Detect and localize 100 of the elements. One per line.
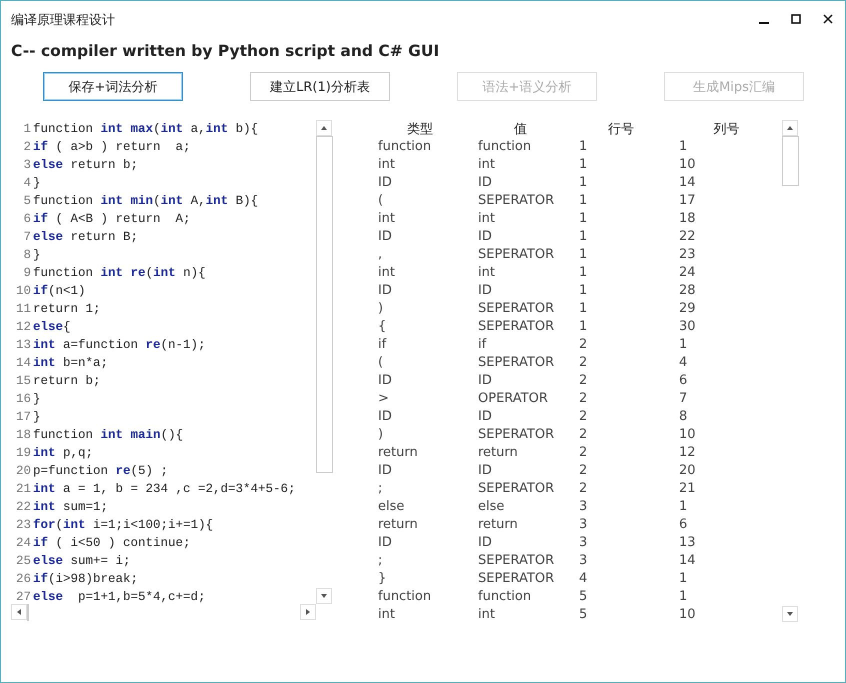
table-cell-text: ID	[377, 228, 393, 246]
table-cell-text: 14	[678, 552, 697, 570]
code-line: else return B;	[33, 229, 138, 246]
table-cell-text: 2	[578, 408, 588, 426]
table-cell-text: 2	[578, 354, 588, 372]
code-line: }	[33, 409, 41, 426]
table-cell-text: SEPERATOR	[477, 192, 556, 210]
line-number: 23	[14, 517, 31, 534]
code-line: p=function re(5) ;	[33, 463, 168, 480]
column-header: 行号	[607, 121, 635, 139]
table-cell-text: ;	[377, 480, 384, 498]
table-cell-text: 1	[578, 246, 588, 264]
code-line: else{	[33, 319, 71, 336]
action-button[interactable]: 保存+词法分析	[43, 72, 183, 101]
table-cell-text: 6	[678, 516, 688, 534]
line-number: 18	[14, 427, 31, 444]
table-cell-text: function	[377, 588, 432, 606]
scroll-right-button[interactable]	[300, 604, 316, 620]
table-cell-text: 6	[678, 372, 688, 390]
table-cell-text: 3	[578, 498, 588, 516]
table-cell-text: 1	[578, 138, 588, 156]
table-cell-text: int	[377, 606, 396, 622]
code-line: if(n<1)	[33, 283, 86, 300]
table-cell-text: 2	[578, 426, 588, 444]
table-cell-text: 2	[578, 480, 588, 498]
table-cell-text: SEPERATOR	[477, 354, 556, 372]
table-cell-text: function	[477, 588, 532, 606]
table-cell-text: function	[477, 138, 532, 156]
line-number: 19	[14, 445, 31, 462]
table-cell-text: int	[477, 264, 496, 282]
line-number: 7	[22, 229, 31, 246]
table-cell-text: ID	[477, 372, 493, 390]
table-cell-text: ID	[377, 174, 393, 192]
scroll-down-button[interactable]	[782, 606, 798, 622]
table-cell-text: else	[477, 498, 506, 516]
line-number: 8	[22, 247, 31, 264]
table-cell-text: 3	[578, 552, 588, 570]
table-cell-text: SEPERATOR	[477, 570, 556, 588]
table-cell-text: OPERATOR	[477, 390, 549, 408]
table-cell-text: 2	[578, 462, 588, 480]
line-number: 5	[22, 193, 31, 210]
line-number: 27	[14, 589, 31, 604]
line-number: 26	[14, 571, 31, 588]
line-number: 16	[14, 391, 31, 408]
table-cell-text: 2	[578, 372, 588, 390]
table-cell-text: ,	[377, 246, 384, 264]
line-number: 12	[14, 319, 31, 336]
table-cell-text: SEPERATOR	[477, 246, 556, 264]
table-cell-text: 18	[678, 210, 697, 228]
code-line: int p,q;	[33, 445, 94, 462]
code-line: int b=n*a;	[33, 355, 108, 372]
table-cell-text: 2	[578, 336, 588, 354]
table-cell-text: if	[477, 336, 488, 354]
table-cell-text: ID	[477, 282, 493, 300]
action-button[interactable]: 建立LR(1)分析表	[250, 72, 390, 101]
line-number: 6	[22, 211, 31, 228]
table-cell-text: 3	[578, 534, 588, 552]
line-number: 10	[14, 283, 31, 300]
table-cell-text: 1	[578, 300, 588, 318]
table-cell-text: )	[377, 300, 384, 318]
code-line: }	[33, 391, 41, 408]
table-cell-text: 28	[678, 282, 697, 300]
table-cell-text: SEPERATOR	[477, 426, 556, 444]
table-cell-text: int	[477, 210, 496, 228]
table-cell-text: ID	[377, 534, 393, 552]
table-cell-text: 7	[678, 390, 688, 408]
table-cell-text: int	[377, 210, 396, 228]
scroll-up-button[interactable]	[782, 120, 798, 136]
table-cell-text: 1	[578, 282, 588, 300]
code-line: if ( A<B ) return A;	[33, 211, 191, 228]
scroll-left-button[interactable]	[11, 604, 27, 620]
table-cell-text: 10	[678, 606, 697, 622]
line-number: 24	[14, 535, 31, 552]
code-line: else return b;	[33, 157, 138, 174]
table-cell-text: 2	[578, 390, 588, 408]
table-cell-text: 24	[678, 264, 697, 282]
table-cell-text: 5	[578, 588, 588, 606]
table-cell-text: 21	[678, 480, 697, 498]
table-cell-text: 4	[678, 354, 688, 372]
table-cell-text: 2	[578, 444, 588, 462]
table-cell-text: function	[377, 138, 432, 156]
code-line: function int min(int A,int B){	[33, 193, 258, 210]
table-cell-text: return	[477, 516, 519, 534]
table-cell-text: 22	[678, 228, 697, 246]
table-cell-text: 10	[678, 426, 697, 444]
table-cell-text: >	[377, 390, 390, 408]
table-cell-text: int	[477, 156, 496, 174]
table-cell-text: ID	[377, 282, 393, 300]
scroll-down-button[interactable]	[316, 588, 332, 604]
column-header: 类型	[406, 121, 434, 139]
table-cell-text: 3	[578, 516, 588, 534]
table-cell-text: 20	[678, 462, 697, 480]
code-line: if(i>98)break;	[33, 571, 138, 588]
scroll-up-button[interactable]	[316, 120, 332, 136]
table-cell-text: ID	[477, 228, 493, 246]
code-line: int sum=1;	[33, 499, 108, 516]
table-cell-text: 12	[678, 444, 697, 462]
table-cell-text: 1	[578, 156, 588, 174]
table-cell-text: 1	[578, 318, 588, 336]
line-number: 1	[22, 121, 31, 138]
